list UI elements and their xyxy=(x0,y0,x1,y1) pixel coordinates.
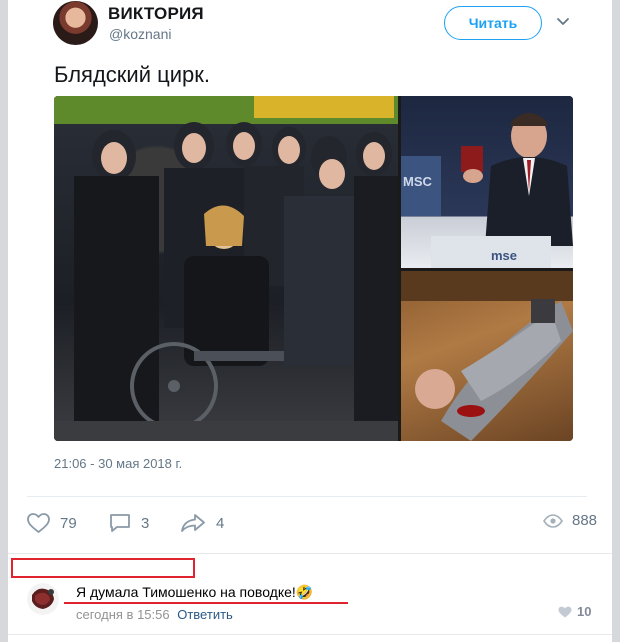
photo-speaker-drawing: MSC mse xyxy=(401,113,573,268)
podium-label-left: MSC xyxy=(403,174,433,189)
views-counter: 888 xyxy=(543,512,597,529)
comment-icon xyxy=(110,514,130,532)
page-frame-right xyxy=(612,0,620,642)
comment-count: 3 xyxy=(141,514,150,532)
like-count: 79 xyxy=(60,514,77,532)
comment-text: Я думала Тимошенко на поводке!🤣 xyxy=(76,584,313,601)
heart-icon xyxy=(558,606,572,617)
photo-crowd-wheelchair[interactable] xyxy=(54,96,398,441)
comment-item: Я думала Тимошенко на поводке!🤣 сегодня … xyxy=(8,578,612,638)
photo-mannequin-floor[interactable] xyxy=(401,271,573,441)
rofl-emoji-icon: 🤣 xyxy=(295,584,314,600)
comment-like-count: 10 xyxy=(577,604,592,619)
divider xyxy=(8,553,612,554)
annotation-red-underline xyxy=(64,602,348,604)
comment-like-button[interactable]: 10 xyxy=(558,604,591,619)
annotation-red-box xyxy=(11,558,195,578)
photo-mannequin-drawing xyxy=(401,271,573,441)
follow-button[interactable]: Читать xyxy=(444,6,542,40)
share-count: 4 xyxy=(216,514,225,532)
author-avatar[interactable] xyxy=(53,1,98,45)
comment-button[interactable]: 3 xyxy=(108,512,149,534)
divider xyxy=(8,634,612,635)
heart-icon xyxy=(27,513,50,533)
chevron-down-icon[interactable] xyxy=(556,14,570,28)
author-name[interactable]: ВИКТОРИЯ xyxy=(108,4,204,24)
tweet-card: ВИКТОРИЯ @koznani Читать Блядский цирк. xyxy=(8,0,612,496)
tweet-text: Блядский цирк. xyxy=(54,62,210,87)
comment-time[interactable]: сегодня в 15:56 xyxy=(76,607,170,622)
comment-body: Я думала Тимошенко на поводке! xyxy=(76,584,296,600)
reply-link[interactable]: Ответить xyxy=(177,607,233,622)
avatar-image xyxy=(27,583,59,615)
divider xyxy=(27,496,587,497)
share-icon xyxy=(181,514,205,532)
tweet-media[interactable]: MSC mse xyxy=(54,96,573,441)
like-button[interactable]: 79 xyxy=(26,512,77,534)
views-count: 888 xyxy=(572,512,598,529)
tweet-timestamp[interactable]: 21:06 - 30 мая 2018 г. xyxy=(54,456,182,471)
comment-meta: сегодня в 15:56 Ответить xyxy=(76,607,233,622)
page-frame-left xyxy=(0,0,8,642)
share-button[interactable]: 4 xyxy=(179,512,224,534)
eye-icon xyxy=(543,513,563,528)
author-handle[interactable]: @koznani xyxy=(109,26,171,42)
podium-label-right: mse xyxy=(491,248,517,263)
photo-speaker-podium[interactable]: MSC mse xyxy=(401,96,573,268)
photo-main-drawing xyxy=(54,96,398,441)
post-actions: 79 3 4 888 xyxy=(8,506,612,546)
commenter-avatar[interactable] xyxy=(27,583,59,615)
